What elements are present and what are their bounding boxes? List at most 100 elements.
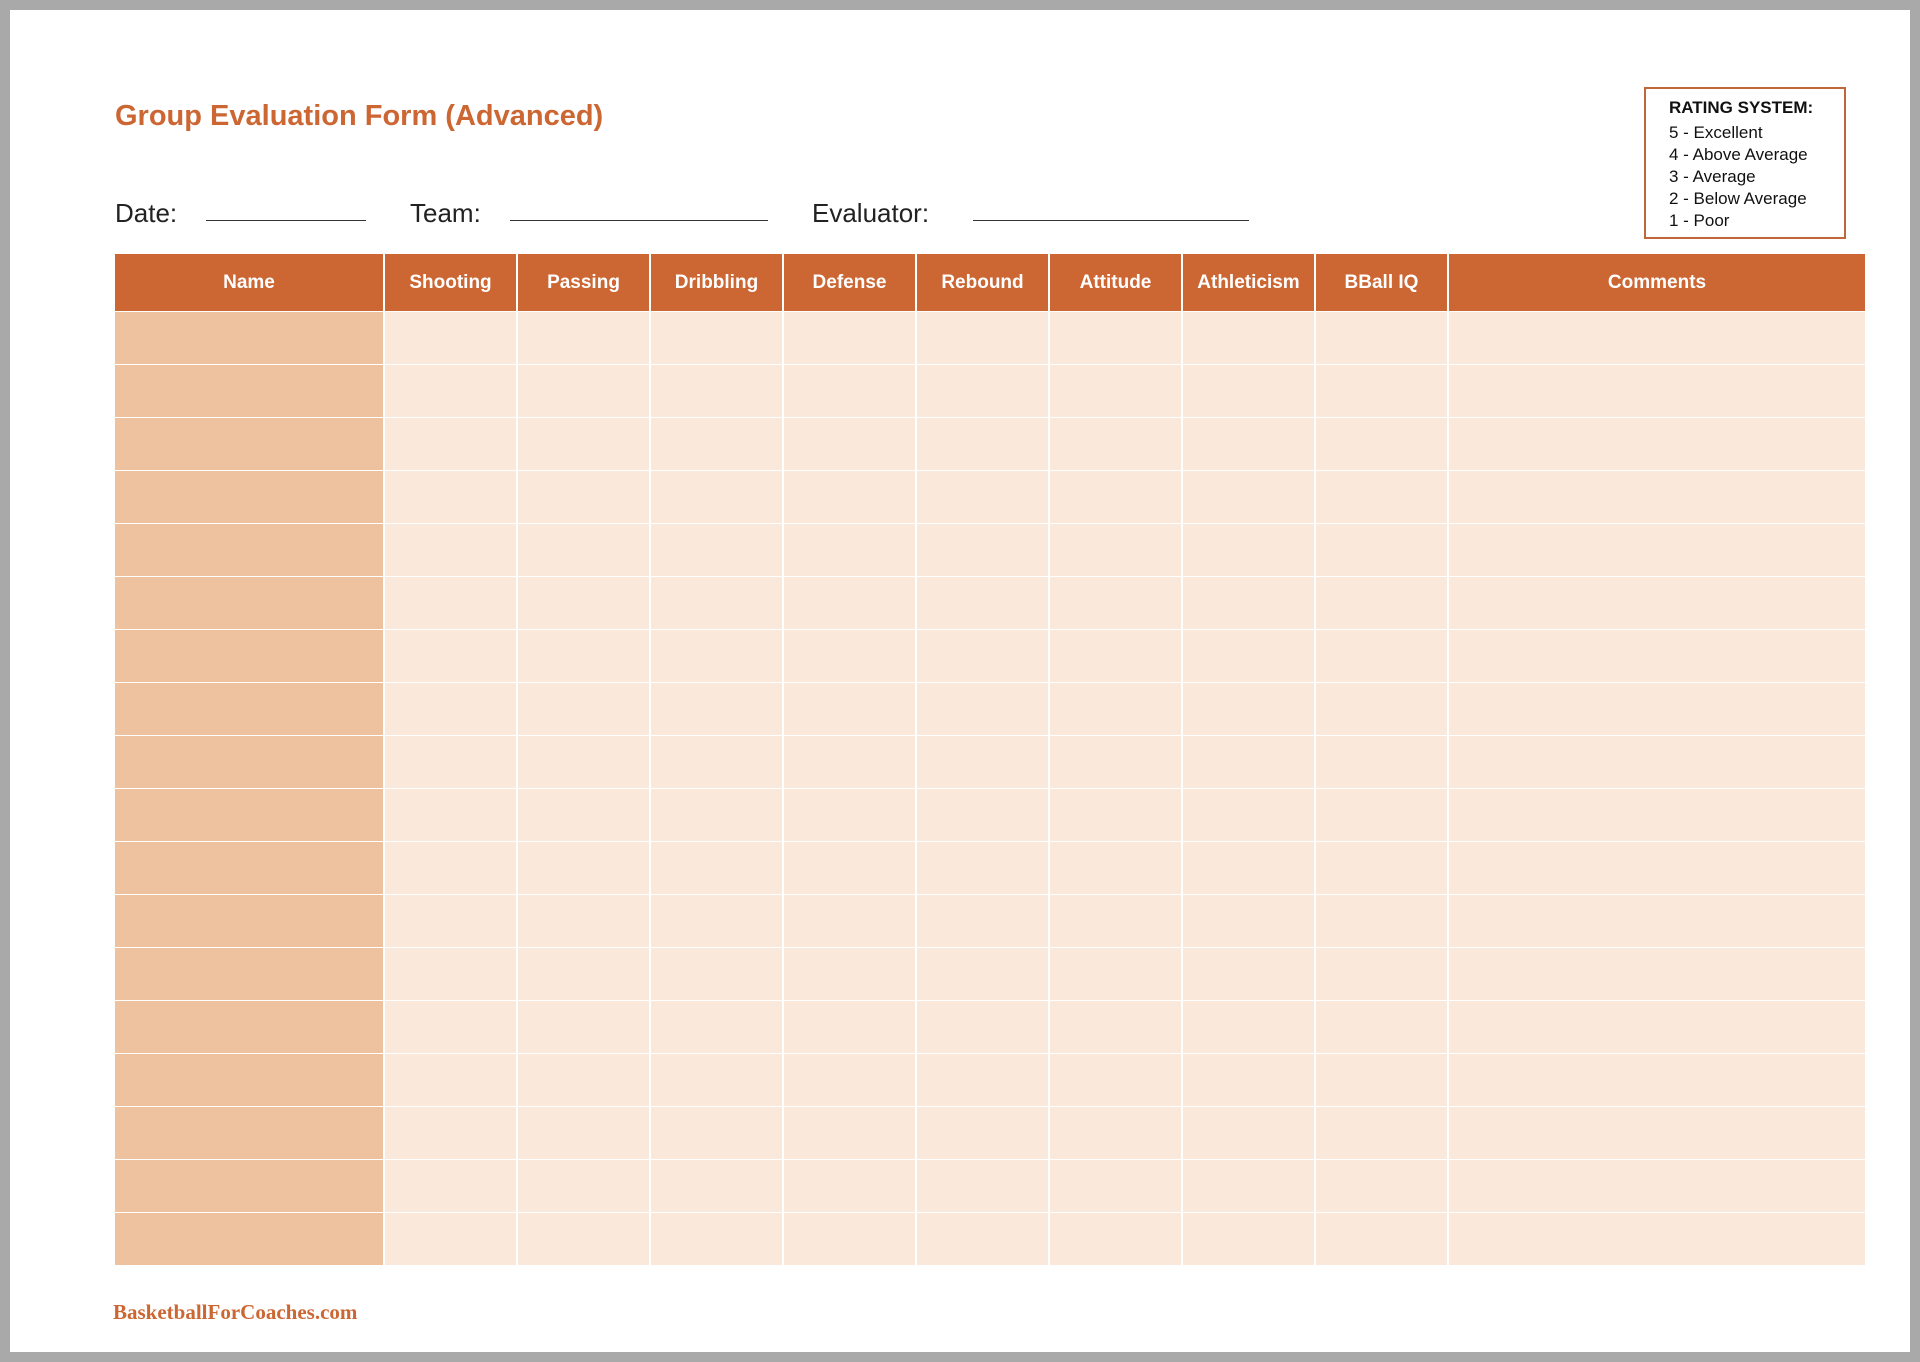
table-cell-athleticism[interactable] [1183,630,1314,682]
table-cell-bball-iq[interactable] [1316,471,1447,523]
table-cell-attitude[interactable] [1050,365,1181,417]
table-cell-passing[interactable] [518,1160,649,1212]
table-cell-bball-iq[interactable] [1316,948,1447,1000]
table-cell-comments[interactable] [1449,365,1865,417]
table-cell-rebound[interactable] [917,842,1048,894]
table-cell-rebound[interactable] [917,895,1048,947]
table-cell-dribbling[interactable] [651,895,782,947]
table-cell-dribbling[interactable] [651,471,782,523]
table-cell-shooting[interactable] [385,895,516,947]
table-cell-athleticism[interactable] [1183,312,1314,364]
table-cell-rebound[interactable] [917,471,1048,523]
table-cell-dribbling[interactable] [651,1107,782,1159]
table-cell-name[interactable] [115,1107,383,1159]
table-cell-passing[interactable] [518,471,649,523]
table-cell-athleticism[interactable] [1183,1054,1314,1106]
table-cell-passing[interactable] [518,1054,649,1106]
table-cell-dribbling[interactable] [651,842,782,894]
table-cell-attitude[interactable] [1050,683,1181,735]
table-cell-attitude[interactable] [1050,1054,1181,1106]
table-cell-defense[interactable] [784,789,915,841]
table-cell-shooting[interactable] [385,683,516,735]
table-cell-athleticism[interactable] [1183,736,1314,788]
table-cell-comments[interactable] [1449,1054,1865,1106]
table-cell-name[interactable] [115,1160,383,1212]
table-cell-passing[interactable] [518,365,649,417]
table-cell-rebound[interactable] [917,418,1048,470]
table-cell-bball-iq[interactable] [1316,630,1447,682]
table-cell-athleticism[interactable] [1183,1213,1314,1265]
table-cell-dribbling[interactable] [651,365,782,417]
table-cell-rebound[interactable] [917,1213,1048,1265]
table-cell-shooting[interactable] [385,524,516,576]
table-cell-shooting[interactable] [385,1160,516,1212]
table-cell-comments[interactable] [1449,842,1865,894]
table-cell-defense[interactable] [784,1160,915,1212]
table-cell-rebound[interactable] [917,736,1048,788]
table-cell-bball-iq[interactable] [1316,1107,1447,1159]
table-cell-comments[interactable] [1449,789,1865,841]
table-cell-athleticism[interactable] [1183,895,1314,947]
table-cell-shooting[interactable] [385,630,516,682]
table-cell-comments[interactable] [1449,948,1865,1000]
table-cell-bball-iq[interactable] [1316,1054,1447,1106]
table-cell-rebound[interactable] [917,948,1048,1000]
table-cell-name[interactable] [115,577,383,629]
table-cell-attitude[interactable] [1050,1213,1181,1265]
table-cell-shooting[interactable] [385,418,516,470]
table-cell-athleticism[interactable] [1183,683,1314,735]
table-cell-name[interactable] [115,471,383,523]
table-cell-defense[interactable] [784,365,915,417]
table-cell-shooting[interactable] [385,842,516,894]
table-cell-defense[interactable] [784,683,915,735]
table-cell-rebound[interactable] [917,1160,1048,1212]
table-cell-athleticism[interactable] [1183,948,1314,1000]
table-cell-name[interactable] [115,895,383,947]
table-cell-passing[interactable] [518,418,649,470]
table-cell-attitude[interactable] [1050,948,1181,1000]
table-cell-defense[interactable] [784,524,915,576]
table-cell-shooting[interactable] [385,948,516,1000]
table-cell-rebound[interactable] [917,524,1048,576]
table-cell-rebound[interactable] [917,630,1048,682]
table-cell-comments[interactable] [1449,895,1865,947]
table-cell-shooting[interactable] [385,365,516,417]
table-cell-rebound[interactable] [917,577,1048,629]
table-cell-name[interactable] [115,948,383,1000]
table-cell-defense[interactable] [784,1107,915,1159]
table-cell-defense[interactable] [784,1001,915,1053]
table-cell-bball-iq[interactable] [1316,365,1447,417]
table-cell-comments[interactable] [1449,577,1865,629]
table-cell-comments[interactable] [1449,312,1865,364]
table-cell-attitude[interactable] [1050,895,1181,947]
table-cell-defense[interactable] [784,577,915,629]
table-cell-athleticism[interactable] [1183,1160,1314,1212]
table-cell-passing[interactable] [518,842,649,894]
table-cell-comments[interactable] [1449,736,1865,788]
date-field-line[interactable] [206,220,366,221]
table-cell-attitude[interactable] [1050,1001,1181,1053]
table-cell-passing[interactable] [518,736,649,788]
table-cell-bball-iq[interactable] [1316,789,1447,841]
table-cell-bball-iq[interactable] [1316,842,1447,894]
table-cell-passing[interactable] [518,1001,649,1053]
table-cell-attitude[interactable] [1050,312,1181,364]
table-cell-shooting[interactable] [385,471,516,523]
table-cell-athleticism[interactable] [1183,365,1314,417]
table-cell-passing[interactable] [518,630,649,682]
table-cell-bball-iq[interactable] [1316,895,1447,947]
table-cell-passing[interactable] [518,1213,649,1265]
table-cell-defense[interactable] [784,895,915,947]
table-cell-passing[interactable] [518,789,649,841]
table-cell-dribbling[interactable] [651,683,782,735]
table-cell-athleticism[interactable] [1183,789,1314,841]
table-cell-defense[interactable] [784,471,915,523]
table-cell-bball-iq[interactable] [1316,736,1447,788]
table-cell-comments[interactable] [1449,1001,1865,1053]
table-cell-passing[interactable] [518,895,649,947]
table-cell-rebound[interactable] [917,1001,1048,1053]
table-cell-attitude[interactable] [1050,524,1181,576]
table-cell-bball-iq[interactable] [1316,577,1447,629]
table-cell-name[interactable] [115,736,383,788]
table-cell-comments[interactable] [1449,683,1865,735]
